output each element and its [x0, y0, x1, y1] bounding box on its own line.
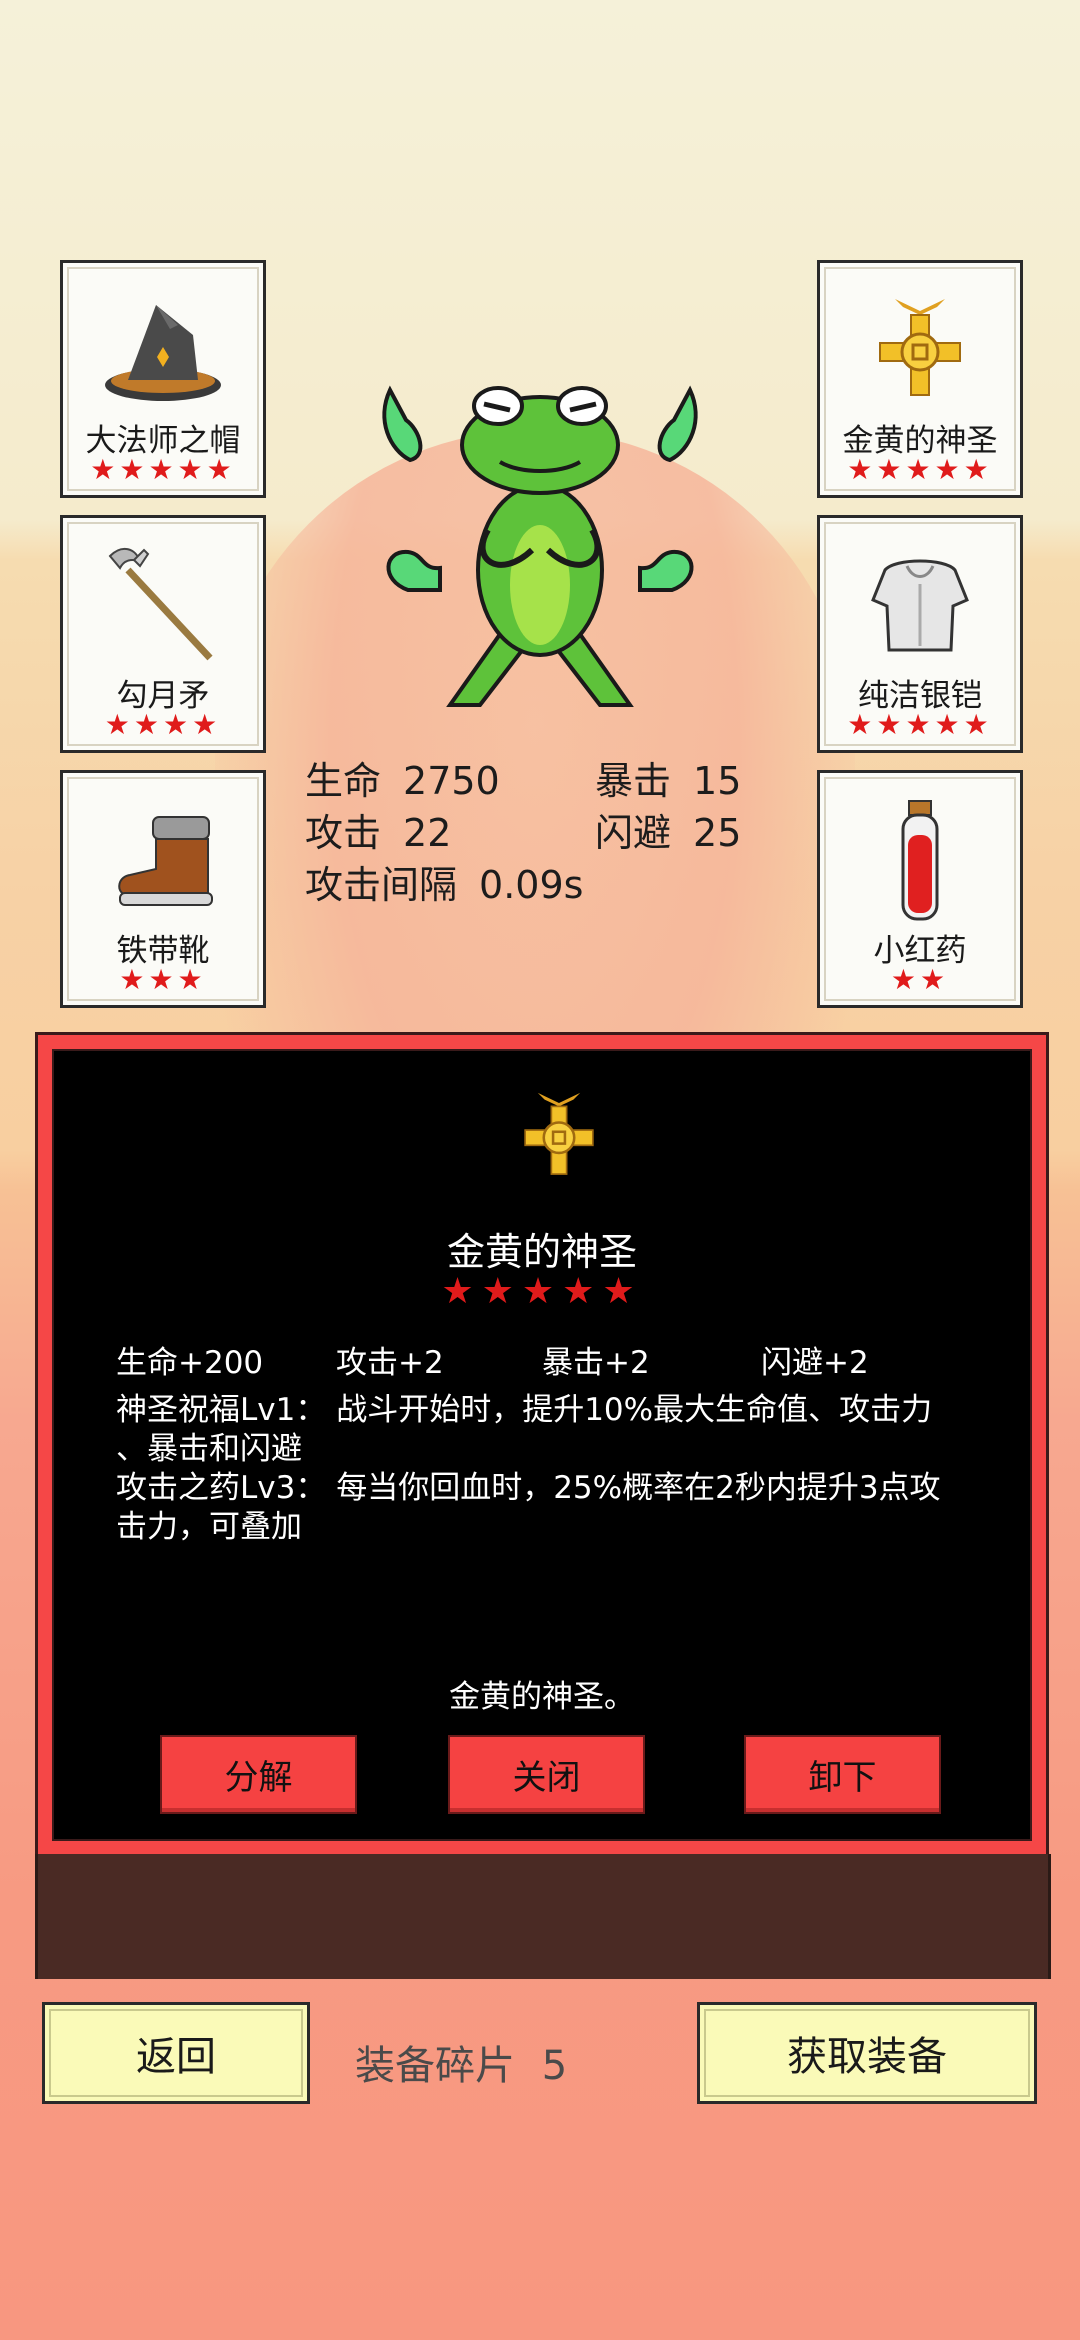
- stat-value: 25: [693, 811, 742, 855]
- item-attr-dodge: 闪避+2: [761, 1345, 869, 1381]
- equip-slot-hat[interactable]: 大法师之帽 ★★★★★: [60, 260, 266, 498]
- equip-stars: ★★: [890, 963, 950, 996]
- boot-icon: [118, 816, 213, 906]
- stat-label: 生命: [305, 759, 382, 803]
- stat-crit: 暴击 15: [595, 750, 741, 805]
- item-attr-attack: 攻击+2: [336, 1345, 444, 1381]
- stat-label: 攻击间隔: [305, 863, 458, 907]
- shards-label: 装备碎片: [355, 2043, 515, 2089]
- effect-line: 攻击之药Lv3： 每当你回血时，25%概率在2秒内提升3点攻: [116, 1470, 941, 1506]
- item-detail-dialog: 金黄的神圣 ★★★★★ 生命+200 攻击+2 暴击+2 闪避+2 神圣祝福Lv…: [35, 1032, 1049, 1858]
- equip-stars: ★★★★★: [847, 453, 993, 486]
- shards-count: 5: [541, 2043, 568, 2089]
- frog-character: [382, 385, 698, 707]
- stat-label: 闪避: [595, 811, 672, 855]
- stat-dodge: 闪避 25: [595, 802, 741, 857]
- red-potion-icon: [901, 800, 939, 921]
- equip-stars: ★★★★★: [90, 453, 236, 486]
- effect-line: 神圣祝福Lv1： 战斗开始时，提升10%最大生命值、攻击力: [116, 1392, 933, 1428]
- item-effects: 神圣祝福Lv1： 战斗开始时，提升10%最大生命值、攻击力 、暴击和闪避 攻击之…: [116, 1391, 986, 1547]
- item-attr-crit: 暴击+2: [542, 1345, 650, 1381]
- stat-attack-interval: 攻击间隔 0.09s: [305, 854, 583, 909]
- stat-attack: 攻击 22: [305, 802, 451, 857]
- equip-stars: ★★★★★: [847, 708, 993, 741]
- dialog-footer-band: [35, 1854, 1051, 1979]
- item-attr-hp: 生命+200: [116, 1345, 264, 1381]
- effect-line: 、暴击和闪避: [116, 1431, 302, 1467]
- decompose-button[interactable]: 分解: [160, 1735, 357, 1814]
- item-stars: ★★★★★: [441, 1271, 643, 1312]
- unequip-button[interactable]: 卸下: [744, 1735, 941, 1814]
- equip-slot-amulet[interactable]: 金黄的神圣 ★★★★★: [817, 260, 1023, 498]
- equipment-shards: 装备碎片 5: [355, 2033, 567, 2091]
- silver-armor-icon: [871, 559, 969, 652]
- stat-value: 22: [403, 811, 452, 855]
- close-button[interactable]: 关闭: [448, 1735, 645, 1814]
- effect-line: 击力，可叠加: [116, 1509, 302, 1545]
- equip-slot-potion[interactable]: 小红药 ★★: [817, 770, 1023, 1008]
- equip-stars: ★★★: [119, 963, 207, 996]
- get-equipment-button[interactable]: 获取装备: [697, 2002, 1037, 2104]
- stat-value: 15: [693, 759, 742, 803]
- spear-icon: [108, 547, 213, 661]
- stat-label: 暴击: [595, 759, 672, 803]
- item-title: 金黄的神圣: [446, 1230, 637, 1274]
- wizard-hat-icon: [105, 305, 221, 401]
- stat-hp: 生命 2750: [305, 750, 500, 805]
- golden-holy-amulet-icon: [879, 299, 961, 396]
- item-detail-body: 金黄的神圣 ★★★★★ 生命+200 攻击+2 暴击+2 闪避+2 神圣祝福Lv…: [52, 1049, 1032, 1841]
- item-flavor-text: 金黄的神圣。: [449, 1679, 635, 1715]
- back-button[interactable]: 返回: [42, 2002, 310, 2104]
- equip-slot-spear[interactable]: 勾月矛 ★★★★: [60, 515, 266, 753]
- stat-value: 2750: [403, 759, 500, 803]
- golden-holy-amulet-icon: [524, 1092, 594, 1175]
- stat-value: 0.09s: [479, 863, 584, 907]
- equip-slot-boots[interactable]: 铁带靴 ★★★: [60, 770, 266, 1008]
- equip-stars: ★★★★: [104, 708, 222, 741]
- stat-label: 攻击: [305, 811, 382, 855]
- equip-slot-armor[interactable]: 纯洁银铠 ★★★★★: [817, 515, 1023, 753]
